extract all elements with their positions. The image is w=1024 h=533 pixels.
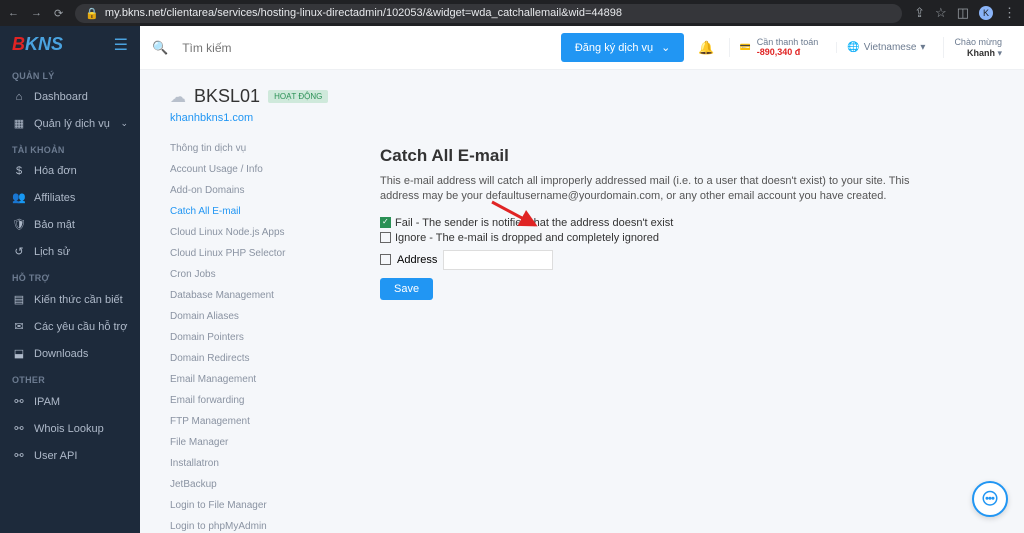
share-icon[interactable]: ⇪ (914, 5, 925, 21)
service-domain-link[interactable]: khanhbkns1.com (170, 112, 340, 124)
panel-description: This e-mail address will catch all impro… (380, 174, 920, 205)
url-text: my.bkns.net/clientarea/services/hosting-… (105, 7, 622, 19)
user-menu[interactable]: Chào mừng Khanh ▾ (943, 37, 1012, 59)
panel-title: Catch All E-mail (380, 146, 994, 166)
address-input[interactable] (443, 250, 553, 270)
profile-avatar[interactable]: K (979, 6, 993, 20)
section-support: HỖ TRỢ (0, 265, 140, 286)
submenu-item[interactable]: Email Management (170, 369, 340, 390)
checkbox-fail[interactable] (380, 217, 391, 228)
home-icon: ⌂ (12, 91, 26, 103)
bell-icon[interactable]: 🔔 (692, 40, 720, 56)
sidebar: BKNS ☰ QUẢN LÝ ⌂Dashboard ▦Quản lý dịch … (0, 26, 140, 533)
url-bar[interactable]: 🔒 my.bkns.net/clientarea/services/hostin… (75, 4, 902, 23)
submenu-item[interactable]: Thông tin dịch vụ (170, 138, 340, 159)
submenu-item[interactable]: Domain Pointers (170, 327, 340, 348)
sidebar-item-userapi[interactable]: ⚯User API (0, 442, 140, 469)
download-icon: ⬓ (12, 347, 26, 360)
sidebar-item-whois[interactable]: ⚯Whois Lookup (0, 415, 140, 442)
chevron-down-icon: ⌄ (120, 118, 128, 129)
sidebar-item-dashboard[interactable]: ⌂Dashboard (0, 84, 140, 110)
ticket-icon: ✉ (12, 320, 26, 333)
payment-widget[interactable]: 💳 Cần thanh toán -890,340 đ (729, 38, 829, 58)
clock-icon: ↺ (12, 245, 26, 258)
checkbox-address[interactable] (380, 254, 391, 265)
search-input[interactable] (182, 41, 553, 55)
submenu-item[interactable]: Login to phpMyAdmin (170, 516, 340, 533)
menu-toggle-icon[interactable]: ☰ (114, 35, 128, 55)
topbar: 🔍 Đăng ký dịch vụ⌄ 🔔 💳 Cần thanh toán -8… (140, 26, 1024, 70)
bookmark-icon[interactable]: ☆ (935, 5, 947, 21)
search-icon: 🔍 (152, 40, 168, 56)
submenu-item[interactable]: Domain Aliases (170, 306, 340, 327)
menu-icon[interactable]: ⋮ (1003, 5, 1016, 21)
submenu-item[interactable]: JetBackup (170, 474, 340, 495)
checkbox-ignore[interactable] (380, 232, 391, 243)
submenu-item[interactable]: Cloud Linux PHP Selector (170, 243, 340, 264)
submenu-item[interactable]: FTP Management (170, 411, 340, 432)
sidebar-item-services[interactable]: ▦Quản lý dịch vụ⌄ (0, 110, 140, 137)
extensions-icon[interactable]: ◫ (957, 5, 969, 21)
submenu-item[interactable]: Account Usage / Info (170, 159, 340, 180)
sidebar-item-tickets[interactable]: ✉Các yêu cầu hỗ trợ (0, 313, 140, 340)
grid-icon: ▦ (12, 117, 26, 130)
sidebar-item-kb[interactable]: ▤Kiến thức cần biết (0, 286, 140, 313)
submenu-item[interactable]: Catch All E-mail (170, 201, 340, 222)
logo[interactable]: BKNS (12, 34, 63, 55)
status-badge: HOẠT ĐỘNG (268, 90, 328, 103)
browser-topbar: ← → ⟳ 🔒 my.bkns.net/clientarea/services/… (0, 0, 1024, 26)
chevron-down-icon: ⌄ (661, 41, 670, 54)
submenu-item[interactable]: File Manager (170, 432, 340, 453)
users-icon: 👥 (12, 191, 26, 204)
book-icon: ▤ (12, 293, 26, 306)
submenu-item[interactable]: Email forwarding (170, 390, 340, 411)
forward-icon[interactable]: → (31, 7, 42, 20)
option-ignore[interactable]: Ignore - The e-mail is dropped and compl… (380, 232, 994, 244)
back-icon[interactable]: ← (8, 7, 19, 20)
submenu-item[interactable]: Installatron (170, 453, 340, 474)
link-icon: ⚯ (12, 422, 26, 435)
lock-icon: 🔒 (85, 7, 99, 20)
dollar-icon: $ (12, 165, 26, 177)
chat-bubble-button[interactable] (972, 481, 1008, 517)
section-manage: QUẢN LÝ (0, 63, 140, 84)
sidebar-item-affiliates[interactable]: 👥Affiliates (0, 184, 140, 211)
option-address[interactable]: Address (380, 250, 994, 270)
sidebar-item-downloads[interactable]: ⬓Downloads (0, 340, 140, 367)
language-selector[interactable]: 🌐 Vietnamese ▾ (836, 42, 935, 53)
submenu-item[interactable]: Database Management (170, 285, 340, 306)
card-icon: 💳 (740, 42, 751, 53)
cloud-icon: ☁ (170, 87, 186, 107)
sidebar-item-invoices[interactable]: $Hóa đơn (0, 158, 140, 184)
submenu-item[interactable]: Add-on Domains (170, 180, 340, 201)
section-account: TÀI KHOẢN (0, 137, 140, 158)
save-button[interactable]: Save (380, 278, 433, 300)
section-other: OTHER (0, 367, 140, 388)
submenu-item[interactable]: Login to File Manager (170, 495, 340, 516)
link-icon: ⚯ (12, 449, 26, 462)
sidebar-item-security[interactable]: 🛡Bảo mật (0, 211, 140, 238)
sidebar-item-ipam[interactable]: ⚯IPAM (0, 388, 140, 415)
link-icon: ⚯ (12, 395, 26, 408)
submenu-item[interactable]: Cloud Linux Node.js Apps (170, 222, 340, 243)
service-name: BKSL01 (194, 86, 260, 107)
chevron-down-icon: ▾ (997, 48, 1002, 58)
register-service-button[interactable]: Đăng ký dịch vụ⌄ (561, 33, 684, 62)
submenu-item[interactable]: Cron Jobs (170, 264, 340, 285)
reload-icon[interactable]: ⟳ (54, 7, 63, 20)
service-submenu: Thông tin dịch vụAccount Usage / InfoAdd… (170, 138, 340, 533)
chevron-down-icon: ▾ (920, 42, 925, 53)
option-fail[interactable]: Fail - The sender is notified that the a… (380, 217, 994, 229)
sidebar-item-history[interactable]: ↺Lịch sử (0, 238, 140, 265)
shield-icon: 🛡 (12, 218, 26, 231)
submenu-item[interactable]: Domain Redirects (170, 348, 340, 369)
globe-icon: 🌐 (847, 42, 859, 53)
